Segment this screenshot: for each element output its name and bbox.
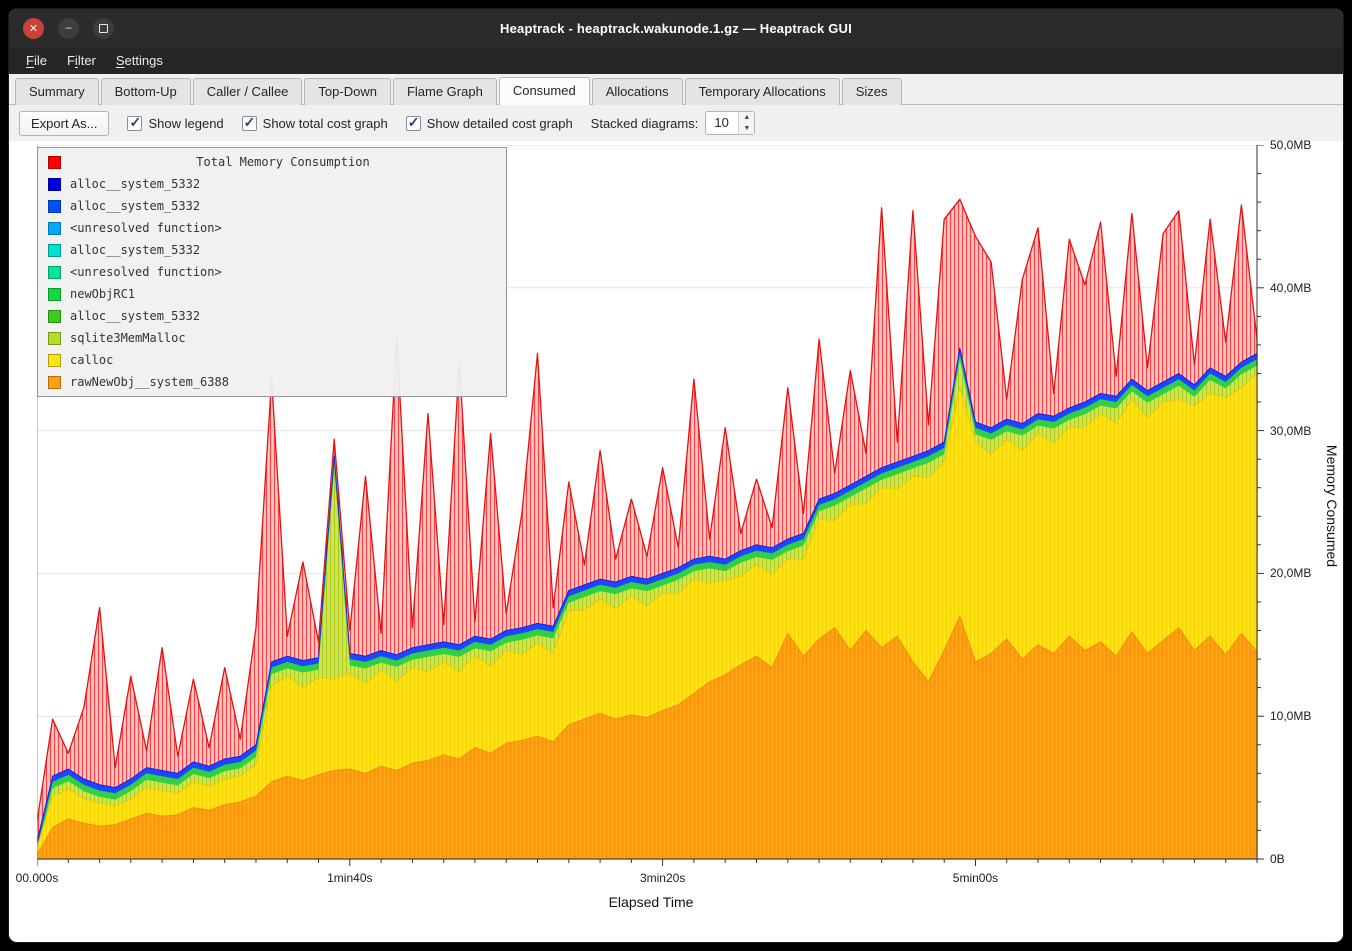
- consumed-chart-panel: Total Memory Consumption alloc__system_5…: [9, 141, 1343, 942]
- menu-file[interactable]: File: [17, 49, 56, 72]
- legend-item: calloc: [38, 349, 506, 371]
- legend-label: calloc: [70, 353, 113, 367]
- show-total-cost-checkbox[interactable]: Show total cost graph: [242, 116, 388, 131]
- legend-swatch: [48, 310, 61, 323]
- stacked-diagrams-spinbox[interactable]: 10 ▲ ▼: [705, 111, 755, 135]
- stacked-diagrams-label: Stacked diagrams:: [591, 116, 699, 131]
- y-tick-label: 50,0MB: [1270, 138, 1311, 152]
- legend-label: alloc__system_5332: [70, 199, 200, 213]
- menu-bar: File Filter Settings: [9, 47, 1343, 74]
- legend-item: <unresolved function>: [38, 261, 506, 283]
- tab-bar: Summary Bottom-Up Caller / Callee Top-Do…: [9, 74, 1343, 105]
- tab-summary[interactable]: Summary: [15, 78, 99, 105]
- legend-label: alloc__system_5332: [70, 309, 200, 323]
- legend-item: newObjRC1: [38, 283, 506, 305]
- export-as-button[interactable]: Export As...: [19, 111, 109, 136]
- x-tick-label: 5min00s: [953, 871, 998, 885]
- x-tick-label: 00.000s: [16, 871, 59, 885]
- y-tick-label: 30,0MB: [1270, 424, 1311, 438]
- legend-label: alloc__system_5332: [70, 243, 200, 257]
- legend-item: alloc__system_5332: [38, 195, 506, 217]
- show-legend-checkbox[interactable]: Show legend: [127, 116, 223, 131]
- legend-title: Total Memory Consumption: [70, 155, 496, 169]
- checkbox-box[interactable]: [127, 116, 142, 131]
- legend-item: rawNewObj__system_6388: [38, 371, 506, 393]
- legend-swatch: [48, 200, 61, 213]
- y-tick-label: 0B: [1270, 852, 1285, 866]
- maximize-icon: [99, 24, 108, 33]
- minimize-button[interactable]: –: [58, 18, 79, 39]
- legend-swatch: [48, 288, 61, 301]
- tab-temporary-allocations[interactable]: Temporary Allocations: [685, 78, 840, 105]
- legend-swatch-total: [48, 156, 61, 169]
- tab-consumed[interactable]: Consumed: [499, 77, 590, 105]
- checkbox-label: Show detailed cost graph: [427, 116, 573, 131]
- plot-area[interactable]: Total Memory Consumption alloc__system_5…: [37, 145, 1265, 867]
- legend-swatch: [48, 244, 61, 257]
- legend-swatch: [48, 332, 61, 345]
- legend-label: alloc__system_5332: [70, 177, 200, 191]
- close-button[interactable]: ✕: [23, 18, 44, 39]
- x-tick-label: 3min20s: [640, 871, 685, 885]
- legend-label: rawNewObj__system_6388: [70, 375, 229, 389]
- legend-item: <unresolved function>: [38, 217, 506, 239]
- checkbox-label: Show legend: [148, 116, 223, 131]
- close-icon: ✕: [29, 22, 38, 35]
- legend-swatch: [48, 354, 61, 367]
- legend-label: <unresolved function>: [70, 265, 222, 279]
- menu-settings[interactable]: Settings: [107, 49, 172, 72]
- legend-swatch: [48, 178, 61, 191]
- x-axis-labels: 00.000s1min40s3min20s5min00s: [37, 867, 1265, 889]
- legend-label: <unresolved function>: [70, 221, 222, 235]
- window-controls: ✕ –: [23, 9, 114, 47]
- y-tick-label: 40,0MB: [1270, 281, 1311, 295]
- spin-up-icon[interactable]: ▲: [739, 112, 754, 123]
- y-tick-label: 10,0MB: [1270, 709, 1311, 723]
- show-detailed-cost-checkbox[interactable]: Show detailed cost graph: [406, 116, 573, 131]
- legend-swatch: [48, 266, 61, 279]
- legend-item: alloc__system_5332: [38, 305, 506, 327]
- checkbox-box[interactable]: [406, 116, 421, 131]
- tab-sizes[interactable]: Sizes: [842, 78, 902, 105]
- tab-caller-callee[interactable]: Caller / Callee: [193, 78, 303, 105]
- y-tick-label: 20,0MB: [1270, 566, 1311, 580]
- stacked-diagrams-value[interactable]: 10: [706, 112, 738, 134]
- tab-bottom-up[interactable]: Bottom-Up: [101, 78, 191, 105]
- legend-item: alloc__system_5332: [38, 173, 506, 195]
- menu-filter[interactable]: Filter: [58, 49, 105, 72]
- x-tick-label: 1min40s: [327, 871, 372, 885]
- legend-label: sqlite3MemMalloc: [70, 331, 186, 345]
- y-axis-title: Memory Consumed: [1324, 445, 1340, 567]
- minimize-icon: –: [65, 22, 71, 34]
- legend-swatch: [48, 222, 61, 235]
- title-bar[interactable]: ✕ – Heaptrack - heaptrack.wakunode.1.gz …: [9, 9, 1343, 47]
- y-axis-labels: 0B10,0MB20,0MB30,0MB40,0MB50,0MB: [1265, 145, 1317, 867]
- y-axis-title-column: Memory Consumed: [1317, 145, 1344, 867]
- tab-allocations[interactable]: Allocations: [592, 78, 683, 105]
- legend-label: newObjRC1: [70, 287, 135, 301]
- checkbox-label: Show total cost graph: [263, 116, 388, 131]
- spin-down-icon[interactable]: ▼: [739, 123, 754, 134]
- chart-toolbar: Export As... Show legend Show total cost…: [9, 105, 1343, 141]
- x-axis-title: Elapsed Time: [37, 889, 1265, 910]
- legend-title-row: Total Memory Consumption: [38, 151, 506, 173]
- chart-legend: Total Memory Consumption alloc__system_5…: [37, 147, 507, 397]
- legend-item: alloc__system_5332: [38, 239, 506, 261]
- maximize-button[interactable]: [93, 18, 114, 39]
- tab-top-down[interactable]: Top-Down: [304, 78, 391, 105]
- tab-flame-graph[interactable]: Flame Graph: [393, 78, 497, 105]
- legend-swatch: [48, 376, 61, 389]
- legend-item: sqlite3MemMalloc: [38, 327, 506, 349]
- stacked-diagrams-control: Stacked diagrams: 10 ▲ ▼: [591, 111, 756, 135]
- heaptrack-window: ✕ – Heaptrack - heaptrack.wakunode.1.gz …: [8, 8, 1344, 943]
- checkbox-box[interactable]: [242, 116, 257, 131]
- window-title: Heaptrack - heaptrack.wakunode.1.gz — He…: [9, 21, 1343, 36]
